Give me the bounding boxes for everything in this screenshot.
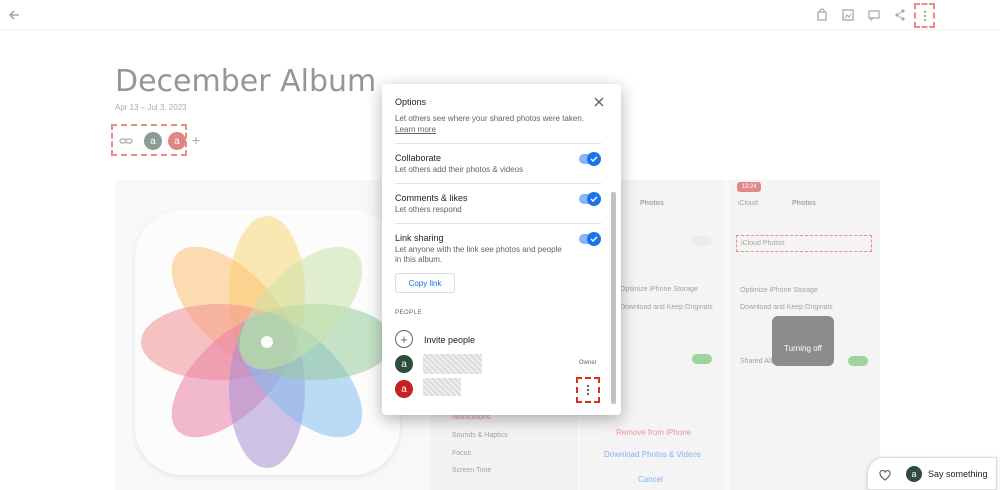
link-sharing-toggle[interactable] (579, 232, 601, 246)
invite-label: Invite people (424, 335, 476, 345)
check-icon (587, 192, 601, 206)
location-text: Let others see where your shared photos … (395, 114, 584, 123)
dialog-scrollbar[interactable] (611, 192, 616, 404)
plus-icon: + (395, 330, 413, 348)
link-sharing-desc: Let anyone with the link see photos and … (395, 245, 562, 264)
link-sharing-title: Link sharing (395, 233, 444, 243)
person-more-options-icon[interactable] (576, 377, 600, 403)
avatar: a (906, 466, 922, 482)
album-page: December Album Apr 13 – Jul 3, 2023 a a … (0, 0, 1000, 490)
invite-people-button[interactable]: + Invite people (395, 330, 595, 350)
heart-icon[interactable] (879, 468, 891, 486)
collaborate-desc: Let others add their photos & videos (395, 165, 524, 174)
redacted-name (423, 354, 482, 374)
comments-toggle[interactable] (579, 192, 601, 206)
comments-title: Comments & likes (395, 193, 468, 203)
say-something-input[interactable]: Say something (928, 469, 988, 479)
redacted-name (423, 378, 461, 396)
dialog-content[interactable]: Let others see where your shared photos … (382, 114, 621, 415)
divider (395, 143, 601, 144)
divider (395, 183, 601, 184)
avatar[interactable]: a (395, 355, 413, 373)
avatar[interactable]: a (395, 380, 413, 398)
comments-desc: Let others respond (395, 205, 462, 214)
copy-link-button[interactable]: Copy link (395, 273, 455, 293)
check-icon (587, 152, 601, 166)
comment-bar[interactable]: a Say something (867, 457, 997, 490)
people-heading: PEOPLE (395, 310, 423, 316)
close-icon[interactable] (592, 95, 606, 109)
collaborate-title: Collaborate (395, 153, 442, 163)
owner-label: Owner (579, 360, 597, 366)
collaborate-toggle[interactable] (579, 152, 601, 166)
divider (395, 223, 601, 224)
options-dialog: Options Let others see where your shared… (382, 84, 621, 415)
dialog-title: Options (395, 97, 427, 107)
learn-more-link[interactable]: Learn more (395, 125, 436, 134)
check-icon (587, 232, 601, 246)
